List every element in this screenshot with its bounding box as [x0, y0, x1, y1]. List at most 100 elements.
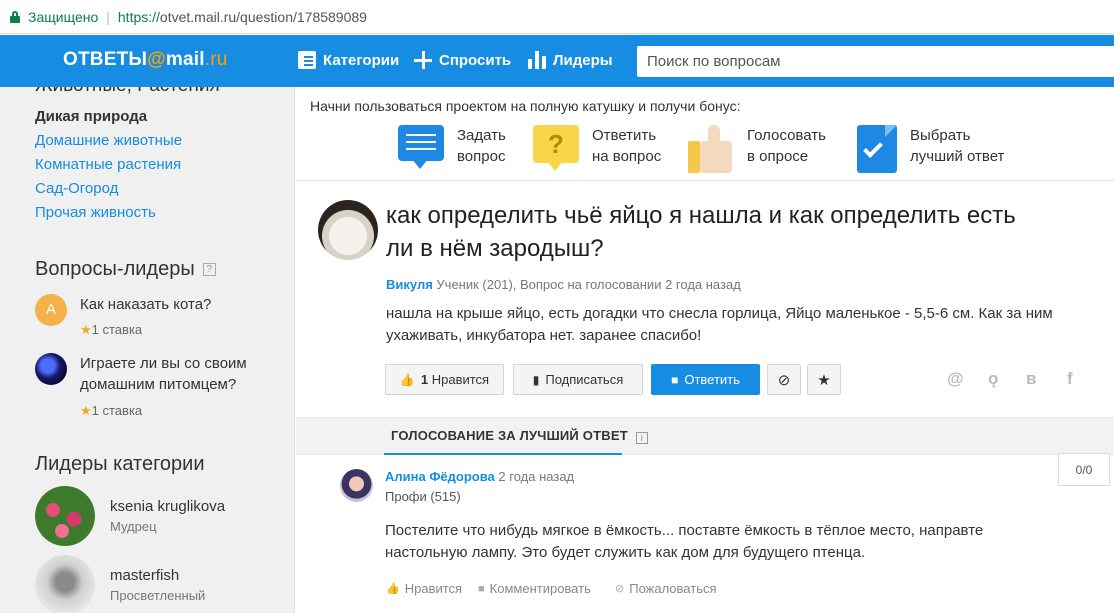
sidebar-category-other-creatures[interactable]: Прочая живность	[35, 204, 156, 221]
promo-ask-line2: вопрос	[457, 148, 506, 165]
leader-question-stake: ★1 ставка	[80, 322, 143, 337]
promo-choose-line2: лучший ответ	[910, 148, 1005, 165]
nav-categories-label: Категории	[323, 51, 400, 69]
question-title: как определить чьё яйцо я нашла и как оп…	[386, 202, 1016, 262]
answers-tabs-bar: ГОЛОСОВАНИЕ ЗА ЛУЧШИЙ ОТВЕТ i	[296, 417, 1114, 455]
sidebar-category-garden[interactable]: Сад-Огород	[35, 180, 118, 197]
info-icon[interactable]: i	[635, 432, 648, 444]
subscribe-label: Подписаться	[545, 372, 624, 387]
sidebar-category-pets[interactable]: Домашние животные	[35, 132, 182, 149]
category-leaders-heading: Лидеры категории	[35, 453, 205, 475]
thumbs-up-icon: 👍	[399, 372, 415, 387]
answer-author-avatar[interactable]	[340, 469, 373, 502]
nav-ask-label: Спросить	[439, 51, 512, 69]
active-tab-indicator	[384, 453, 622, 455]
answer-body: Постелите что нибудь мягкое в ёмкость...…	[385, 522, 984, 561]
answer-complain-button[interactable]: ⊘ Пожаловаться	[615, 581, 717, 596]
help-icon[interactable]: ?	[202, 263, 216, 277]
question-meta: Викуля Ученик (201), Вопрос на голосован…	[386, 277, 741, 292]
address-separator: |	[106, 8, 110, 25]
leader-rank: Просветленный	[110, 588, 206, 603]
leader-rank: Мудрец	[110, 519, 157, 534]
sidebar-section-heading: Животные, Растения	[35, 87, 220, 97]
question-bubble-icon: ?	[533, 125, 579, 173]
question-body: нашла на крыше яйцо, есть догадки что сн…	[386, 305, 1053, 344]
left-sidebar: Животные, Растения Дикая природа Домашни…	[0, 87, 295, 613]
block-icon: ⊘	[615, 583, 625, 595]
promo-choose-line1: Выбрать	[910, 127, 971, 144]
star-icon: ★	[80, 322, 92, 337]
vk-share-icon[interactable]: в	[1026, 369, 1036, 389]
top-navigation-bar: ОТВЕТЫ@mail.ru Категории Спросить Лидеры	[0, 35, 1114, 87]
avatar	[35, 353, 67, 385]
email-share-icon[interactable]: @	[947, 369, 964, 389]
search-input[interactable]	[637, 46, 1114, 77]
leader-name[interactable]: masterfish	[110, 567, 179, 584]
promo-item-answer[interactable]: ? Ответить на вопрос	[533, 125, 661, 173]
avatar	[35, 555, 95, 613]
promo-vote-line2: в опросе	[747, 148, 809, 165]
main-content: Начни пользоваться проектом на полную ка…	[296, 87, 1114, 613]
star-icon: ★	[817, 371, 831, 389]
divider	[296, 180, 1114, 181]
comment-icon: ■	[478, 582, 485, 595]
leader-name[interactable]: ksenia kruglikova	[110, 498, 225, 515]
nav-leaders-button[interactable]: Лидеры	[528, 51, 613, 69]
nav-categories-button[interactable]: Категории	[298, 51, 399, 69]
like-label: Нравится	[431, 372, 490, 387]
answer-time: 2 года назад	[498, 469, 575, 484]
block-button[interactable]: ⊘	[767, 364, 801, 395]
like-button[interactable]: 👍 1 Нравится	[385, 364, 504, 395]
avatar	[35, 486, 95, 546]
promo-ask-line1: Задать	[457, 127, 506, 144]
answer-author-line: Алина Фёдорова 2 года назад	[385, 469, 574, 484]
speech-bubble-icon	[398, 125, 444, 173]
site-logo[interactable]: ОТВЕТЫ@mail.ru	[63, 49, 228, 71]
subscribe-button[interactable]: ▮ Подписаться	[513, 364, 643, 395]
bookmark-icon: ▮	[532, 372, 540, 387]
leader-question-text[interactable]: Играете ли вы со своим домашним питомцем…	[80, 353, 280, 395]
tab-voting[interactable]: ГОЛОСОВАНИЕ ЗА ЛУЧШИЙ ОТВЕТ i	[391, 428, 648, 444]
promo-item-ask[interactable]: Задать вопрос	[398, 125, 506, 173]
question-author-link[interactable]: Викуля	[386, 277, 433, 292]
answer-label: Ответить	[684, 372, 740, 387]
list-icon	[298, 51, 316, 69]
answer-button[interactable]: ■ Ответить	[651, 364, 760, 395]
browser-address-bar[interactable]: Защищено | https:// otvet.mail.ru/questi…	[0, 0, 1114, 34]
checkmark-document-icon	[857, 125, 897, 173]
promo-vote-line1: Голосовать	[747, 127, 826, 144]
lock-icon	[10, 10, 20, 23]
sidebar-category-wild-nature[interactable]: Дикая природа	[35, 108, 147, 125]
block-icon: ⊘	[777, 371, 791, 389]
nav-ask-button[interactable]: Спросить	[414, 51, 511, 69]
avatar: А	[35, 294, 67, 326]
plus-icon	[414, 51, 432, 69]
promo-answer-line2: на вопрос	[592, 148, 662, 165]
sidebar-category-houseplants[interactable]: Комнатные растения	[35, 156, 181, 173]
facebook-share-icon[interactable]: f	[1067, 369, 1073, 389]
thumbs-up-icon	[688, 125, 734, 173]
secure-label: Защищено	[28, 8, 99, 25]
question-author-avatar[interactable]	[318, 200, 378, 260]
question-meta-text: Ученик (201), Вопрос на голосовании 2 го…	[436, 277, 741, 292]
nav-leaders-label: Лидеры	[553, 51, 613, 69]
vote-counter[interactable]: 0/0	[1058, 453, 1110, 486]
comment-icon: ■	[671, 372, 679, 387]
thumbs-up-icon: 👍	[386, 583, 400, 595]
promo-heading: Начни пользоваться проектом на полную ка…	[310, 98, 741, 114]
url-path: otvet.mail.ru/question/178589089	[159, 8, 367, 25]
favorite-button[interactable]: ★	[807, 364, 841, 395]
like-count: 1	[420, 372, 429, 387]
url-scheme: https://	[117, 8, 160, 25]
answer-author-rank: Профи (515)	[385, 489, 461, 504]
answer-like-button[interactable]: 👍 Нравится	[386, 581, 462, 596]
odnoklassniki-share-icon[interactable]: ǫ	[988, 369, 998, 389]
leader-questions-heading: Вопросы-лидеры?	[35, 258, 216, 281]
promo-item-vote[interactable]: Голосовать в опросе	[688, 125, 826, 173]
answer-author-link[interactable]: Алина Фёдорова	[385, 469, 495, 484]
promo-item-choose-best[interactable]: Выбрать лучший ответ	[857, 125, 1004, 173]
bar-chart-icon	[528, 51, 546, 69]
answer-comment-button[interactable]: ■ Комментировать	[478, 581, 591, 596]
leader-question-text[interactable]: Как наказать кота?	[80, 294, 280, 315]
star-icon: ★	[80, 403, 92, 418]
